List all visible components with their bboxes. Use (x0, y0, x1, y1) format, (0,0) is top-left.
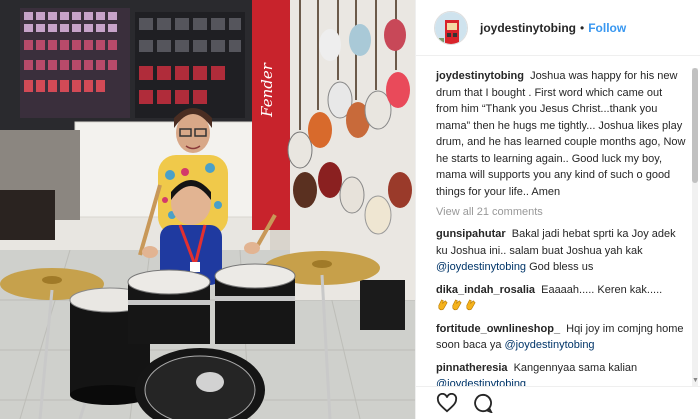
comment-icon[interactable] (472, 393, 494, 413)
comment-username[interactable]: pinnatheresia (436, 362, 508, 374)
post-photo[interactable]: Fender (0, 0, 415, 419)
avatar[interactable] (434, 10, 468, 45)
comments-scrollbar[interactable] (692, 68, 698, 386)
follow-button[interactable]: Follow (588, 21, 626, 35)
comment-mention[interactable]: @joydestinytobing (436, 261, 526, 273)
comment-text-after: God bless us (529, 261, 594, 273)
comment-mention[interactable]: @joydestinytobing (505, 339, 595, 351)
comment-username[interactable]: gunsipahutar (436, 228, 506, 240)
post-side-panel: joydestinytobing • Follow joydestinytobi… (415, 0, 700, 419)
view-all-comments-link[interactable]: View all 21 comments (436, 206, 686, 218)
post-actions-bar (416, 386, 700, 419)
comment-text: Eaaaah..... Keren kak..... (541, 283, 663, 296)
comment-item: gunsipahutar Bakal jadi hebat sprti ka J… (436, 226, 686, 276)
scroll-down-arrow-icon[interactable]: ▼ (692, 376, 699, 386)
photo-drum-store-scene: Fender (0, 0, 415, 419)
clapping-hands-emoji (436, 299, 478, 312)
comment-username[interactable]: fortitude_ownlineshop_ (436, 323, 560, 335)
comment-text: Kangennyaa sama kalian (513, 361, 638, 374)
comment-item: dika_indah_rosalia Eaaaah..... Keren kak… (436, 282, 686, 315)
comment-username[interactable]: dika_indah_rosalia (436, 284, 535, 296)
comment-item: fortitude_ownlineshop_ Hqi joy im comjng… (436, 321, 686, 354)
heart-icon[interactable] (436, 393, 458, 413)
post-header: joydestinytobing • Follow (416, 0, 700, 56)
comments-area[interactable]: joydestinytobing Joshua was happy for hi… (416, 68, 690, 386)
separator-dot: • (580, 20, 585, 35)
comment-mention[interactable]: @joydestinytobing (436, 378, 526, 386)
store-sign-text: Fender (258, 62, 276, 118)
comment-item: pinnatheresia Kangennyaa sama kalian @jo… (436, 360, 686, 387)
caption-username[interactable]: joydestinytobing (436, 70, 524, 82)
scrollbar-thumb[interactable] (692, 68, 698, 183)
caption: joydestinytobing Joshua was happy for hi… (436, 68, 686, 200)
caption-text: Joshua was happy for his new drum that I… (436, 70, 686, 198)
post-author-username[interactable]: joydestinytobing (480, 21, 576, 35)
